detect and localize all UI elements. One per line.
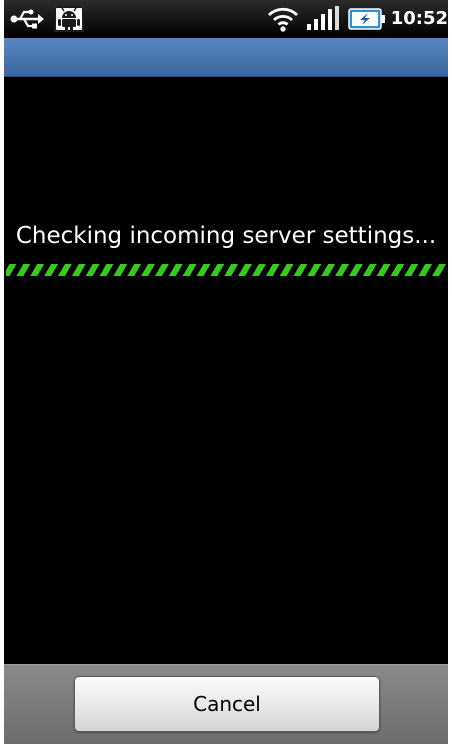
- phone-screen: 10:52 Checking incoming server settings.…: [4, 0, 448, 744]
- clock-time: 10:52: [390, 8, 448, 29]
- wifi-icon: [266, 5, 300, 33]
- progress-message: Checking incoming server settings...: [15, 223, 437, 249]
- title-bar: [4, 38, 448, 77]
- android-debug-icon: [54, 6, 84, 32]
- usb-icon: [10, 8, 44, 30]
- battery-charging-icon: [348, 8, 386, 30]
- status-bar: 10:52: [4, 0, 448, 38]
- screen-frame: 10:52 Checking incoming server settings.…: [0, 0, 452, 750]
- progress-dialog: Checking incoming server settings...: [4, 77, 448, 664]
- signal-icon: [304, 5, 344, 33]
- cancel-button[interactable]: Cancel: [74, 676, 380, 732]
- progress-bar-indeterminate: [6, 264, 446, 276]
- bottom-button-bar: Cancel: [4, 664, 448, 744]
